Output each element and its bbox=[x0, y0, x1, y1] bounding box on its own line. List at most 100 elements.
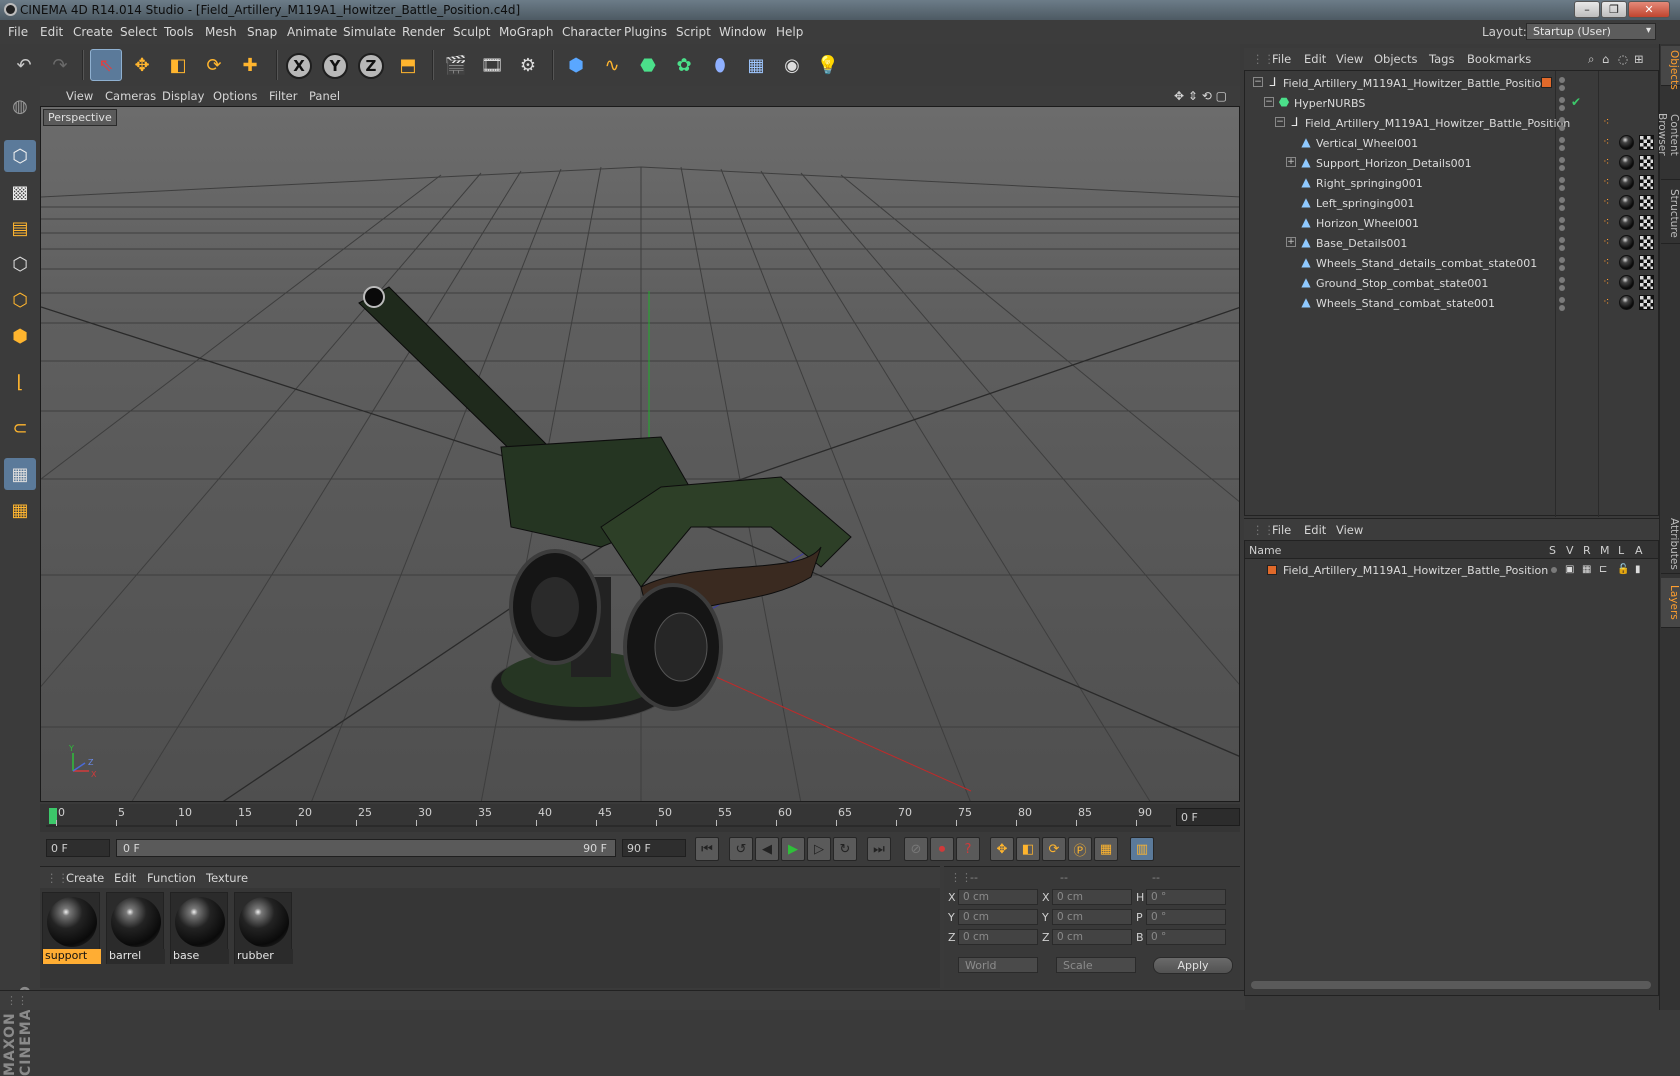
workplane-mode-icon[interactable]: ▤ bbox=[4, 212, 36, 244]
material-menu-create[interactable]: Create bbox=[66, 871, 104, 885]
play-forward-icon[interactable]: ▶ bbox=[781, 837, 805, 861]
go-to-start-icon[interactable]: ⏮ bbox=[695, 837, 719, 861]
menu-animate[interactable]: Animate bbox=[287, 25, 337, 39]
menu-create[interactable]: Create bbox=[73, 25, 113, 39]
key-scale-icon[interactable]: ◧ bbox=[1016, 837, 1040, 861]
scale-tool-icon[interactable]: ◧ bbox=[162, 49, 194, 81]
layer-manager-icon[interactable]: ⊏ bbox=[1599, 564, 1607, 575]
menu-window[interactable]: Window bbox=[719, 25, 766, 39]
col-name[interactable]: Name bbox=[1249, 544, 1281, 557]
uvw-tag-icon[interactable] bbox=[1639, 255, 1654, 270]
render-visibility-dot[interactable] bbox=[1559, 185, 1565, 191]
editor-visibility-dot[interactable] bbox=[1559, 117, 1565, 123]
tab-attributes[interactable]: Attributes bbox=[1661, 514, 1680, 574]
timeline-ruler[interactable]: 0 5 10 15 20 25 30 35 40 45 50 55 60 65 70 75 80 85 90 0 F bbox=[40, 804, 1240, 832]
viewport-menu-view[interactable]: View bbox=[66, 89, 93, 103]
uvw-tag-icon[interactable] bbox=[1639, 195, 1654, 210]
col-manager[interactable]: M bbox=[1600, 544, 1610, 557]
render-visibility-dot[interactable] bbox=[1559, 145, 1565, 151]
timeline-window-icon[interactable]: ▥ bbox=[1130, 837, 1154, 861]
om-menu-edit[interactable]: Edit bbox=[1304, 52, 1326, 66]
lm-menu-view[interactable]: View bbox=[1336, 523, 1363, 537]
render-visibility-dot[interactable] bbox=[1559, 285, 1565, 291]
current-frame-field[interactable]: 0 F bbox=[1176, 808, 1240, 826]
menu-mesh[interactable]: Mesh bbox=[205, 25, 237, 39]
viewport-menu-panel[interactable]: Panel bbox=[309, 89, 340, 103]
size-z-field[interactable]: 0 cm bbox=[1052, 929, 1132, 945]
phong-tag-icon[interactable]: ⁖ bbox=[1603, 276, 1616, 289]
col-locked[interactable]: L bbox=[1618, 544, 1624, 557]
menu-select[interactable]: Select bbox=[120, 25, 157, 39]
material-tag-icon[interactable] bbox=[1619, 155, 1634, 170]
menu-mograph[interactable]: MoGraph bbox=[499, 25, 554, 39]
key-rotation-icon[interactable]: ⟳ bbox=[1042, 837, 1066, 861]
key-pla-icon[interactable]: ▦ bbox=[1094, 837, 1118, 861]
nurbs-icon[interactable]: ⬣ bbox=[632, 49, 664, 81]
pos-z-field[interactable]: 0 cm bbox=[958, 929, 1038, 945]
model-mode-icon[interactable]: ⬡ bbox=[4, 140, 36, 172]
phong-tag-icon[interactable]: ⁖ bbox=[1603, 156, 1616, 169]
object-row[interactable]: − ⬣ HyperNURBS ✔ bbox=[1245, 93, 1658, 113]
pos-y-field[interactable]: 0 cm bbox=[958, 909, 1038, 925]
move-tool-icon[interactable]: ✥ bbox=[126, 49, 158, 81]
x-axis-lock-icon[interactable]: X bbox=[286, 53, 312, 79]
snapping-icon[interactable]: ⊂ bbox=[4, 412, 36, 444]
phong-tag-icon[interactable]: ⁖ bbox=[1603, 196, 1616, 209]
floor-environment-icon[interactable]: ▦ bbox=[740, 49, 772, 81]
object-row[interactable]: ▲ Wheels_Stand_combat_state001 ⁖ bbox=[1245, 293, 1658, 313]
redo-icon[interactable]: ↷ bbox=[44, 49, 76, 81]
deformer-icon[interactable]: ⬮ bbox=[704, 49, 736, 81]
phong-tag-icon[interactable]: ⁖ bbox=[1603, 256, 1616, 269]
uvw-tag-icon[interactable] bbox=[1639, 215, 1654, 230]
render-visibility-dot[interactable] bbox=[1559, 245, 1565, 251]
material-rubber[interactable]: rubber bbox=[234, 892, 293, 964]
layer-color-swatch[interactable] bbox=[1541, 77, 1552, 88]
rot-h-field[interactable]: 0 ° bbox=[1146, 889, 1226, 905]
layer-animation-icon[interactable]: ▮ bbox=[1635, 564, 1641, 575]
viewport-navigation-icons[interactable]: ✥ ⇕ ⟲ ▢ bbox=[1174, 89, 1227, 103]
om-menu-objects[interactable]: Objects bbox=[1374, 52, 1417, 66]
object-row[interactable]: ▲ Ground_Stop_combat_state001 ⁖ bbox=[1245, 273, 1658, 293]
menu-edit[interactable]: Edit bbox=[40, 25, 63, 39]
menu-plugins[interactable]: Plugins bbox=[624, 25, 667, 39]
object-row[interactable]: ▲ Wheels_Stand_details_combat_state001 ⁖ bbox=[1245, 253, 1658, 273]
spline-pen-icon[interactable]: ∿ bbox=[596, 49, 628, 81]
minimize-button[interactable]: – bbox=[1574, 1, 1600, 18]
editor-visibility-dot[interactable] bbox=[1559, 77, 1565, 83]
go-to-previous-key-icon[interactable]: ↺ bbox=[729, 837, 753, 861]
om-menu-bookmarks[interactable]: Bookmarks bbox=[1467, 52, 1531, 66]
material-tag-icon[interactable] bbox=[1619, 295, 1634, 310]
render-visibility-dot[interactable] bbox=[1559, 305, 1565, 311]
rot-b-field[interactable]: 0 ° bbox=[1146, 929, 1226, 945]
next-frame-icon[interactable]: ▷ bbox=[807, 837, 831, 861]
col-view[interactable]: V bbox=[1566, 544, 1574, 557]
keyframe-selection-icon[interactable]: ? bbox=[956, 837, 980, 861]
col-animation[interactable]: A bbox=[1635, 544, 1643, 557]
layer-solo-toggle[interactable] bbox=[1551, 567, 1557, 573]
om-menu-file[interactable]: File bbox=[1272, 52, 1291, 66]
axis-mode-icon[interactable]: ⌊ bbox=[4, 366, 36, 398]
viewport-menu-display[interactable]: Display bbox=[162, 89, 204, 103]
phong-tag-icon[interactable]: ⁖ bbox=[1603, 176, 1616, 189]
expand-icon[interactable]: + bbox=[1286, 157, 1296, 167]
make-editable-icon[interactable]: ◍ bbox=[4, 90, 36, 122]
viewport-menu-options[interactable]: Options bbox=[213, 89, 257, 103]
menu-file[interactable]: File bbox=[8, 25, 28, 39]
material-tag-icon[interactable] bbox=[1619, 235, 1634, 250]
material-tag-icon[interactable] bbox=[1619, 215, 1634, 230]
workplane-lock-icon[interactable]: ▦ bbox=[4, 458, 36, 490]
layer-horizontal-scrollbar[interactable] bbox=[1251, 981, 1651, 989]
editor-visibility-dot[interactable] bbox=[1559, 277, 1565, 283]
om-menu-view[interactable]: View bbox=[1336, 52, 1363, 66]
perspective-viewport[interactable]: Y Z X Perspective bbox=[40, 106, 1240, 802]
points-mode-icon[interactable]: ⬡ bbox=[4, 248, 36, 280]
key-position-icon[interactable]: ✥ bbox=[990, 837, 1014, 861]
editor-visibility-dot[interactable] bbox=[1559, 237, 1565, 243]
lm-menu-file[interactable]: File bbox=[1272, 523, 1291, 537]
editor-visibility-dot[interactable] bbox=[1559, 217, 1565, 223]
collapse-icon[interactable]: − bbox=[1253, 77, 1263, 87]
phong-tag-icon[interactable]: ⁖ bbox=[1603, 116, 1616, 129]
object-row[interactable]: − ⅃ Field_Artillery_M119A1_Howitzer_Battle… bbox=[1245, 73, 1658, 93]
material-barrel[interactable]: barrel bbox=[106, 892, 165, 964]
material-support[interactable]: support bbox=[42, 892, 101, 964]
